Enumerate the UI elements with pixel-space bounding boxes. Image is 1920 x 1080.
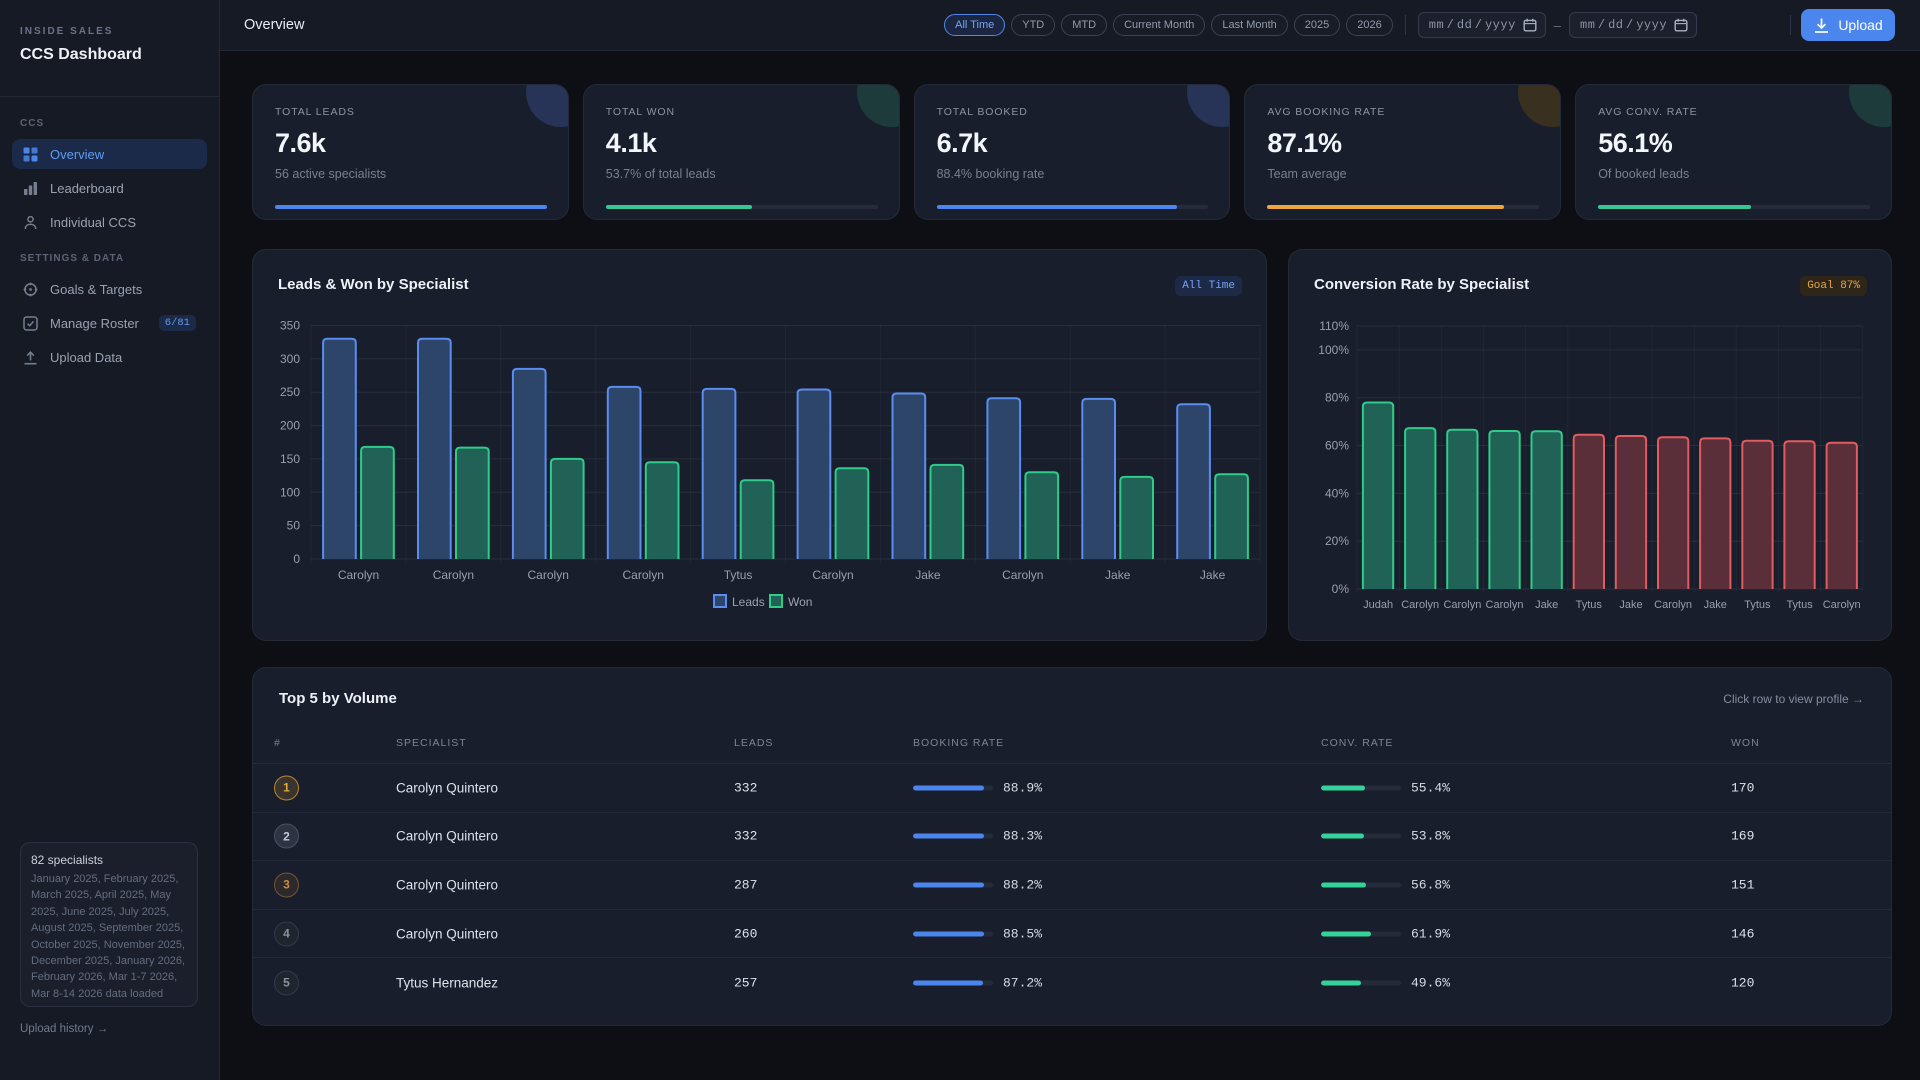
- svg-text:Jake: Jake: [1535, 599, 1558, 611]
- svg-text:350: 350: [280, 319, 300, 333]
- svg-text:Carolyn: Carolyn: [1654, 599, 1692, 611]
- svg-text:Carolyn: Carolyn: [623, 568, 664, 582]
- svg-text:60%: 60%: [1325, 439, 1349, 453]
- svg-text:Carolyn: Carolyn: [338, 568, 379, 582]
- svg-text:80%: 80%: [1325, 391, 1349, 405]
- svg-text:Tytus: Tytus: [724, 568, 753, 582]
- svg-text:0: 0: [293, 552, 300, 566]
- svg-text:Tytus: Tytus: [1744, 599, 1771, 611]
- svg-text:Jake: Jake: [915, 568, 941, 582]
- svg-text:0%: 0%: [1332, 582, 1350, 596]
- svg-text:Tytus: Tytus: [1576, 599, 1603, 611]
- svg-text:Jake: Jake: [1619, 599, 1642, 611]
- svg-text:Carolyn: Carolyn: [812, 568, 853, 582]
- svg-text:Jake: Jake: [1704, 599, 1727, 611]
- svg-text:Carolyn: Carolyn: [1486, 599, 1524, 611]
- svg-text:40%: 40%: [1325, 486, 1349, 500]
- svg-text:Carolyn: Carolyn: [1823, 599, 1861, 611]
- svg-text:Jake: Jake: [1200, 568, 1226, 582]
- svg-text:300: 300: [280, 352, 300, 366]
- svg-text:100%: 100%: [1318, 343, 1349, 357]
- svg-text:150: 150: [280, 452, 300, 466]
- svg-text:110%: 110%: [1319, 319, 1349, 333]
- svg-text:Won: Won: [788, 595, 812, 609]
- svg-text:Judah: Judah: [1363, 599, 1393, 611]
- svg-text:Carolyn: Carolyn: [433, 568, 474, 582]
- svg-text:Carolyn: Carolyn: [1401, 599, 1439, 611]
- svg-text:200: 200: [280, 419, 300, 433]
- svg-text:Tytus: Tytus: [1786, 599, 1813, 611]
- svg-text:Carolyn: Carolyn: [1002, 568, 1043, 582]
- svg-text:Leads: Leads: [732, 595, 765, 609]
- svg-text:Jake: Jake: [1105, 568, 1131, 582]
- svg-text:Carolyn: Carolyn: [528, 568, 569, 582]
- svg-text:100: 100: [280, 485, 300, 499]
- svg-text:Carolyn: Carolyn: [1443, 599, 1481, 611]
- svg-text:250: 250: [280, 385, 300, 399]
- svg-text:20%: 20%: [1325, 534, 1349, 548]
- svg-text:50: 50: [287, 519, 301, 533]
